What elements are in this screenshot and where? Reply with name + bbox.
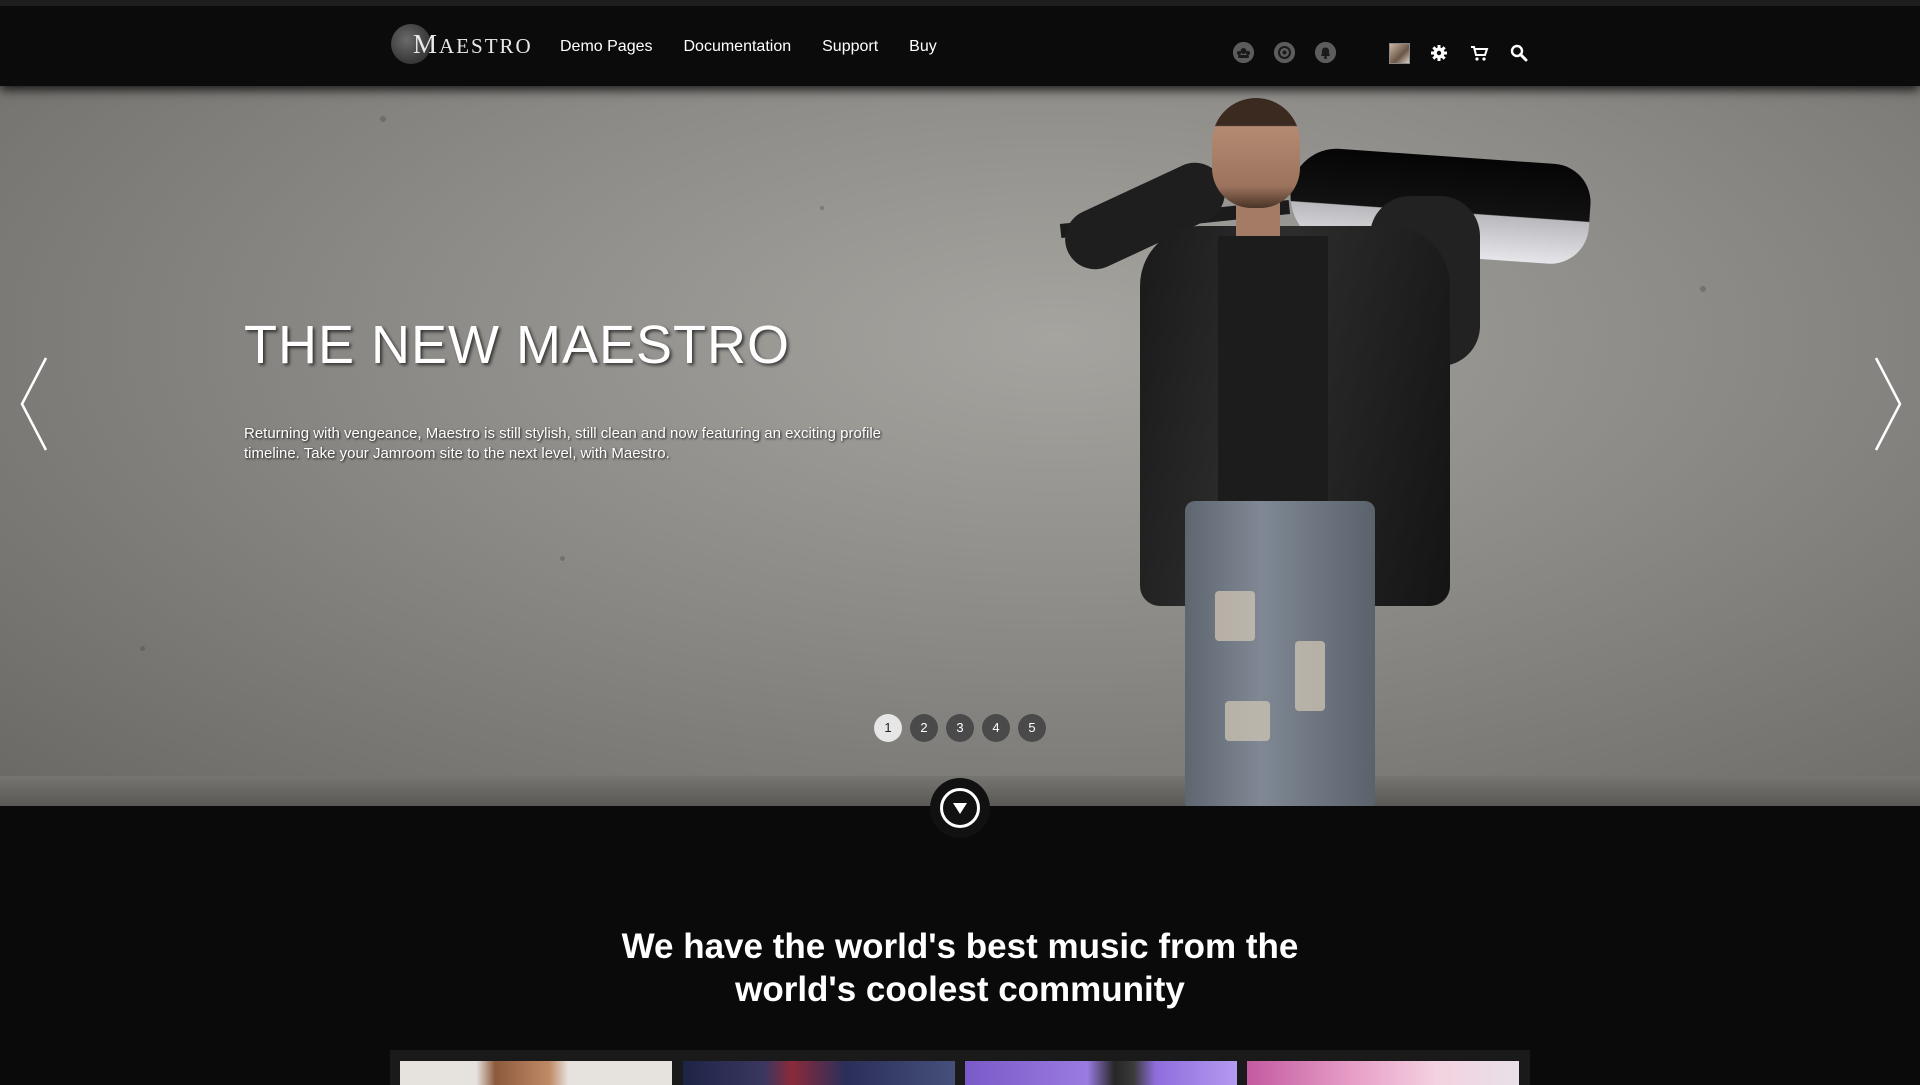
cart-icon[interactable] [1468,42,1490,64]
logo-initial: M [413,28,440,59]
slide-dot-4[interactable]: 4 [982,714,1010,742]
nav-buy[interactable]: Buy [909,36,937,58]
header-icon-group [1233,42,1336,63]
at-icon[interactable] [1274,42,1295,63]
section-tagline: We have the world's best music from the … [0,925,1920,1011]
hero-image-musician [1040,86,1594,806]
tagline-line-1: We have the world's best music from the [621,927,1299,966]
slide-dot-1[interactable]: 1 [874,714,902,742]
notification-icon[interactable] [1315,42,1336,63]
slide-dot-5[interactable]: 5 [1018,714,1046,742]
tagline-line-2: world's coolest community [735,970,1185,1009]
wall-texture [820,206,824,210]
hero-description: Returning with vengeance, Maestro is sti… [244,425,881,462]
wall-texture [560,556,565,561]
logo-rest: AESTRO [439,33,533,58]
featured-thumbnail[interactable] [683,1061,955,1085]
wall-texture [380,116,386,122]
community-icon[interactable] [1233,42,1254,63]
featured-thumbnail[interactable] [400,1061,672,1085]
hero-title: THE NEW MAESTRO [244,315,791,375]
featured-thumbnail[interactable] [1247,1061,1519,1085]
chevron-left-icon [20,357,48,451]
top-navigation-bar: MAESTRO Demo Pages Documentation Support… [0,0,1920,86]
slide-dot-3[interactable]: 3 [946,714,974,742]
main-nav: Demo Pages Documentation Support Buy [560,36,937,58]
wall-texture [1700,286,1706,292]
scroll-down-button[interactable] [930,778,990,838]
nav-demo-pages[interactable]: Demo Pages [560,36,653,58]
slide-dot-2[interactable]: 2 [910,714,938,742]
chevron-right-icon [1874,357,1902,451]
gear-icon[interactable] [1428,42,1450,64]
featured-thumbnail[interactable] [965,1061,1237,1085]
arrow-down-icon [940,788,980,828]
site-logo[interactable]: MAESTRO [391,24,533,64]
header-tools [1389,42,1530,64]
slider-pagination: 1 2 3 4 5 [874,714,1046,742]
avatar[interactable] [1389,42,1410,64]
slider-prev-button[interactable] [16,354,56,454]
slider-next-button[interactable] [1866,354,1906,454]
nav-support[interactable]: Support [822,36,878,58]
logo-text: MAESTRO [413,29,533,60]
nav-documentation[interactable]: Documentation [684,36,792,58]
wall-texture [140,646,145,651]
hero-slider: THE NEW MAESTRO Returning with vengeance… [0,86,1920,806]
search-icon[interactable] [1508,42,1530,64]
